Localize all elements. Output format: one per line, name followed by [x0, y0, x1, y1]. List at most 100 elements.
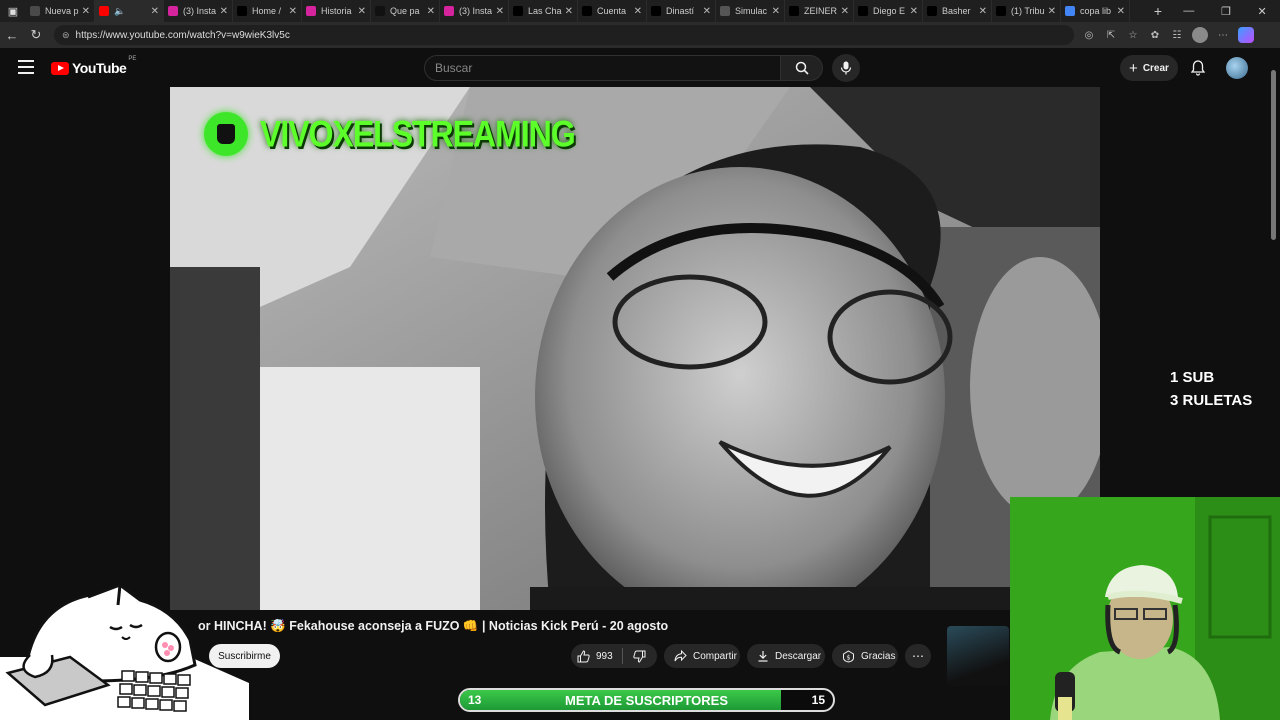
share-label: Compartir: [693, 650, 737, 662]
collections-icon[interactable]: ☷: [1170, 28, 1184, 42]
youtube-header: YouTube PE Buscar + Crear: [0, 48, 1280, 88]
tab-close-icon[interactable]: ✕: [703, 6, 711, 17]
menu-icon[interactable]: [18, 60, 34, 74]
download-label: Descargar: [775, 650, 822, 662]
browser-tab[interactable]: (1) Tribu ✕: [992, 0, 1061, 22]
tab-close-icon[interactable]: ✕: [1117, 6, 1125, 17]
browser-tab[interactable]: Historia ✕: [302, 0, 371, 22]
search-icon: [795, 61, 809, 75]
tab-close-icon[interactable]: ✕: [220, 6, 228, 17]
tab-title: Nueva p: [45, 6, 79, 16]
share-button[interactable]: Compartir: [664, 644, 740, 668]
tab-favicon-icon: [582, 6, 592, 16]
screen: ▣ Nueva p ✕ 🔈 ✕ (3) Insta ✕ Home / ✕ Historia ✕ Qu…: [0, 0, 1280, 720]
browser-tab[interactable]: copa lib ✕: [1061, 0, 1130, 22]
plus-icon: +: [1129, 59, 1138, 77]
like-button[interactable]: 993: [571, 648, 623, 664]
tab-title: copa lib: [1080, 6, 1112, 16]
close-window-icon[interactable]: ✕: [1257, 5, 1266, 18]
browser-tab[interactable]: Que pa ✕: [371, 0, 440, 22]
page-scrollbar[interactable]: [1269, 48, 1278, 498]
like-count: 993: [596, 650, 613, 662]
tab-close-icon[interactable]: ✕: [151, 6, 159, 17]
recommended-video-thumbnail[interactable]: [947, 626, 1009, 686]
more-icon[interactable]: ⋯: [1216, 28, 1230, 42]
bongo-cat-image: [0, 585, 249, 720]
reload-icon[interactable]: ↻: [24, 22, 48, 48]
more-dots-icon: ⋯: [912, 649, 924, 663]
tab-title: Simulac: [735, 6, 768, 16]
browser-tab[interactable]: ZEINER ✕: [785, 0, 854, 22]
browser-tab[interactable]: Las Cha ✕: [509, 0, 578, 22]
tab-close-icon[interactable]: ✕: [496, 6, 504, 17]
tab-title: Las Cha: [528, 6, 562, 16]
tab-close-icon[interactable]: ✕: [358, 6, 366, 17]
search-input[interactable]: Buscar: [424, 55, 781, 81]
tab-close-icon[interactable]: ✕: [565, 6, 573, 17]
minimize-icon[interactable]: —: [1183, 5, 1194, 18]
address-bar-row: ← ↻ ⊜ https://www.youtube.com/watch?v=w9…: [0, 22, 1280, 48]
tab-title: (3) Insta: [459, 6, 493, 16]
dislike-button[interactable]: [623, 650, 656, 663]
tab-close-icon[interactable]: ✕: [841, 6, 849, 17]
reader-icon[interactable]: ◎: [1082, 28, 1096, 42]
tab-title: Historia: [321, 6, 352, 16]
back-icon[interactable]: ←: [0, 22, 24, 48]
tab-close-icon[interactable]: ✕: [289, 6, 297, 17]
browser-tab[interactable]: Cuenta ✕: [578, 0, 647, 22]
browser-tab[interactable]: Nueva p ✕: [26, 0, 95, 22]
browser-tab[interactable]: 🔈 ✕: [95, 0, 164, 22]
create-label: Crear: [1142, 62, 1169, 74]
tab-close-icon[interactable]: ✕: [1048, 6, 1056, 17]
more-actions-button[interactable]: ⋯: [905, 644, 931, 668]
notifications-button[interactable]: [1188, 58, 1208, 78]
scrollbar-thumb[interactable]: [1271, 70, 1276, 240]
tab-favicon-icon: [168, 6, 178, 16]
browser-tab[interactable]: (3) Insta ✕: [440, 0, 509, 22]
account-avatar[interactable]: [1226, 57, 1248, 79]
restore-icon[interactable]: ❐: [1221, 5, 1231, 18]
tab-favicon-icon: [237, 6, 247, 16]
browser-tab[interactable]: Simulac ✕: [716, 0, 785, 22]
thanks-dollar-icon: $: [842, 649, 855, 663]
copilot-icon[interactable]: [1238, 27, 1254, 43]
favorite-star-icon[interactable]: ☆: [1126, 28, 1140, 42]
browser-tab[interactable]: Home / ✕: [233, 0, 302, 22]
tab-favicon-icon: [996, 6, 1006, 16]
tab-close-icon[interactable]: ✕: [427, 6, 435, 17]
browser-tab[interactable]: Basher ✕: [923, 0, 992, 22]
webcam-overlay: [1010, 497, 1280, 720]
url-field[interactable]: ⊜ https://www.youtube.com/watch?v=w9wieK…: [54, 25, 1074, 45]
download-button[interactable]: Descargar: [747, 644, 825, 668]
svg-text:$: $: [846, 653, 850, 661]
tab-actions-icon[interactable]: ▣: [0, 0, 26, 22]
share-icon: [674, 650, 687, 663]
tab-close-icon[interactable]: ✕: [634, 6, 642, 17]
tab-muted-speaker-icon[interactable]: 🔈: [114, 6, 148, 17]
url-text: https://www.youtube.com/watch?v=w9wieK3l…: [75, 29, 290, 41]
tab-list: Nueva p ✕ 🔈 ✕ (3) Insta ✕ Home / ✕ Historia ✕ Que …: [26, 0, 1146, 22]
download-icon: [757, 650, 769, 663]
search-button[interactable]: [781, 55, 823, 81]
goal-label: META DE SUSCRIPTORES: [564, 692, 728, 708]
tab-close-icon[interactable]: ✕: [910, 6, 918, 17]
profile-icon[interactable]: [1192, 27, 1208, 43]
window-controls: — ❐ ✕: [1170, 5, 1280, 18]
create-button[interactable]: + Crear: [1120, 55, 1178, 81]
extensions-icon[interactable]: ✿: [1148, 28, 1162, 42]
youtube-logo[interactable]: YouTube PE: [51, 56, 136, 76]
tab-close-icon[interactable]: ✕: [979, 6, 987, 17]
video-player[interactable]: [170, 87, 1100, 610]
tab-close-icon[interactable]: ✕: [772, 6, 780, 17]
site-info-icon[interactable]: ⊜: [62, 30, 70, 41]
voice-search-button[interactable]: [832, 54, 860, 82]
browser-tab[interactable]: Dinastí ✕: [647, 0, 716, 22]
browser-tab[interactable]: Diego E ✕: [854, 0, 923, 22]
tab-close-icon[interactable]: ✕: [82, 6, 90, 17]
tab-title: Home /: [252, 6, 282, 16]
browser-tab[interactable]: (3) Insta ✕: [164, 0, 233, 22]
country-code: PE: [128, 56, 137, 62]
open-app-icon[interactable]: ⇱: [1104, 28, 1118, 42]
new-tab-button[interactable]: +: [1146, 3, 1170, 19]
thanks-button[interactable]: $ Gracias: [832, 644, 898, 668]
